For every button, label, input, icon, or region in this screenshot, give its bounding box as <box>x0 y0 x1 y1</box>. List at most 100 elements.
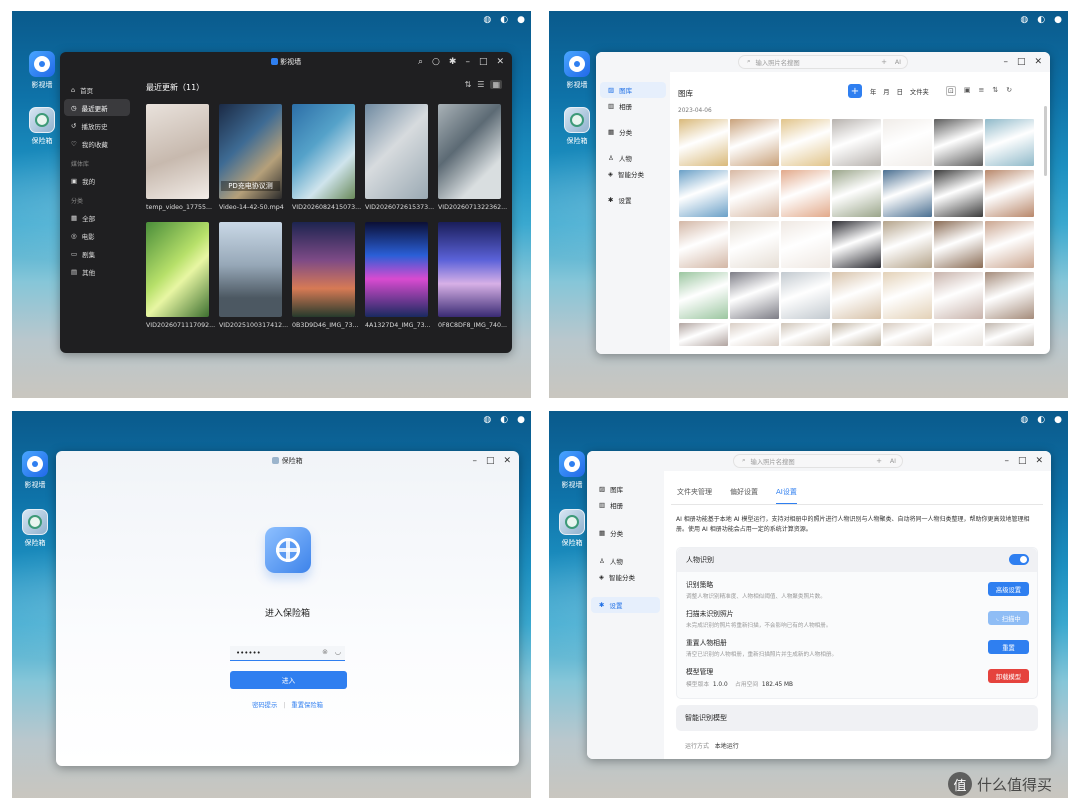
photo-thumbnail[interactable] <box>679 119 728 166</box>
tab-ai-settings[interactable]: AI设置 <box>776 487 797 505</box>
clear-icon[interactable]: ⊗ <box>322 648 328 656</box>
photo-thumbnail[interactable] <box>781 119 830 166</box>
network-icon[interactable]: ◍ <box>1020 415 1028 425</box>
view-day-button[interactable]: 日 <box>897 87 903 96</box>
photo-thumbnail[interactable] <box>883 323 932 346</box>
filter-icon[interactable]: ≡ <box>979 86 985 96</box>
refresh-icon[interactable]: ○ <box>432 56 440 68</box>
add-button[interactable]: + <box>848 84 862 98</box>
password-field[interactable]: •••••• ⊗ ◡ <box>230 646 345 661</box>
desktop-icon-safe[interactable]: 保险箱 <box>19 107 65 146</box>
gear-icon[interactable]: ✱ <box>449 56 457 68</box>
user-icon[interactable]: ● <box>1054 15 1062 25</box>
sidebar-item-albums[interactable]: ▥ 相册 <box>600 98 666 114</box>
sidebar-item-favorites[interactable]: ♡ 我的收藏 <box>64 135 130 152</box>
refresh-icon[interactable]: ↻ <box>1006 86 1012 96</box>
video-thumbnail[interactable] <box>219 222 282 317</box>
desktop-icon-video-wall[interactable]: 影视墙 <box>549 451 595 490</box>
sidebar-item-category[interactable]: ▦ 分类 <box>600 124 666 140</box>
sidebar-item-albums[interactable]: ▥ 相册 <box>591 497 660 513</box>
close-icon[interactable]: ✕ <box>503 455 511 467</box>
ai-badge[interactable]: AI <box>890 458 896 465</box>
network-icon[interactable]: ◍ <box>1020 15 1028 25</box>
sidebar-item-movies[interactable]: ◎ 电影 <box>64 227 130 244</box>
advanced-settings-button[interactable]: 高级设置 <box>988 582 1029 596</box>
photo-thumbnail[interactable] <box>934 221 983 268</box>
eye-icon[interactable]: ◡ <box>335 648 341 656</box>
sidebar-item-people[interactable]: ♙ 人物 <box>600 150 666 166</box>
desktop-icon-video-wall[interactable]: 影视墙 <box>554 51 600 90</box>
sidebar-item-people[interactable]: ♙ 人物 <box>591 553 660 569</box>
photo-thumbnail[interactable] <box>883 221 932 268</box>
photo-thumbnail[interactable] <box>730 323 779 346</box>
photo-thumbnail[interactable] <box>781 272 830 319</box>
search-input[interactable]: ⌕ 输入照片名搜图 + AI <box>738 55 908 69</box>
sort-icon[interactable]: ⇅ <box>992 86 998 96</box>
select-icon[interactable]: ⊡ <box>946 86 956 96</box>
minimize-icon[interactable]: – <box>465 56 470 68</box>
video-thumbnail[interactable] <box>365 104 428 199</box>
sidebar-item-settings[interactable]: ✱ 设置 <box>591 597 660 613</box>
desktop-icon-safe[interactable]: 保险箱 <box>549 509 595 548</box>
list-view-icon[interactable]: ☰ <box>477 80 484 89</box>
sidebar-item-library[interactable]: ▨ 图库 <box>600 82 666 98</box>
search-icon[interactable]: ⌕ <box>418 56 423 68</box>
sidebar-item-recent[interactable]: ◷ 最近更新 <box>64 99 130 116</box>
desktop-icon-safe[interactable]: 保险箱 <box>12 509 58 548</box>
sidebar-item-smart[interactable]: ◈ 智能分类 <box>591 569 660 585</box>
enter-button[interactable]: 进入 <box>230 671 347 689</box>
network-icon[interactable]: ◍ <box>483 15 491 25</box>
tab-preferences[interactable]: 偏好设置 <box>730 487 758 505</box>
photo-thumbnail[interactable] <box>679 221 728 268</box>
photo-thumbnail[interactable] <box>985 272 1034 319</box>
desktop-icon-video-wall[interactable]: 影视墙 <box>19 51 65 90</box>
photo-thumbnail[interactable] <box>781 170 830 217</box>
video-thumbnail[interactable] <box>146 104 209 199</box>
minimize-icon[interactable]: – <box>1003 56 1008 68</box>
sidebar-item-series[interactable]: ▭ 剧集 <box>64 245 130 262</box>
sidebar-item-mine[interactable]: ▣ 我的 <box>64 172 130 189</box>
photo-thumbnail[interactable] <box>934 170 983 217</box>
photo-thumbnail[interactable] <box>985 221 1034 268</box>
uninstall-model-button[interactable]: 卸载模型 <box>988 669 1029 683</box>
sidebar-item-history[interactable]: ↺ 播放历史 <box>64 117 130 134</box>
notification-icon[interactable]: ◐ <box>1037 15 1045 25</box>
add-icon[interactable]: + <box>876 457 882 465</box>
photo-thumbnail[interactable] <box>679 170 728 217</box>
video-thumbnail[interactable] <box>146 222 209 317</box>
photo-thumbnail[interactable] <box>985 119 1034 166</box>
notification-icon[interactable]: ◐ <box>500 415 508 425</box>
sidebar-item-settings[interactable]: ✱ 设置 <box>600 192 666 208</box>
photo-thumbnail[interactable] <box>832 170 881 217</box>
grid-view-icon[interactable]: ▦ <box>490 80 502 89</box>
view-year-button[interactable]: 年 <box>870 87 876 96</box>
desktop-icon-video-wall[interactable]: 影视墙 <box>12 451 58 490</box>
maximize-icon[interactable]: □ <box>1017 56 1026 68</box>
photo-thumbnail[interactable] <box>730 119 779 166</box>
video-thumbnail[interactable] <box>438 222 501 317</box>
user-icon[interactable]: ● <box>517 415 525 425</box>
minimize-icon[interactable]: – <box>472 455 477 467</box>
photo-thumbnail[interactable] <box>679 323 728 346</box>
sidebar-item-smart[interactable]: ◈ 智能分类 <box>600 166 666 182</box>
photo-thumbnail[interactable] <box>679 272 728 319</box>
notification-icon[interactable]: ◐ <box>1037 415 1045 425</box>
reset-safe-link[interactable]: 重置保险箱 <box>291 702 322 709</box>
photo-thumbnail[interactable] <box>985 170 1034 217</box>
view-folder-button[interactable]: 文件夹 <box>910 87 929 96</box>
photo-thumbnail[interactable] <box>883 119 932 166</box>
maximize-icon[interactable]: □ <box>479 56 488 68</box>
sidebar-item-all[interactable]: ▦ 全部 <box>64 209 130 226</box>
sidebar-item-other[interactable]: ▤ 其他 <box>64 263 130 280</box>
sidebar-item-library[interactable]: ▨ 图库 <box>591 481 660 497</box>
video-thumbnail[interactable] <box>365 222 428 317</box>
sidebar-item-category[interactable]: ▦ 分类 <box>591 525 660 541</box>
photo-thumbnail[interactable] <box>730 170 779 217</box>
close-icon[interactable]: ✕ <box>1034 56 1042 68</box>
close-icon[interactable]: ✕ <box>1035 455 1043 467</box>
photo-thumbnail[interactable] <box>883 170 932 217</box>
sort-icon[interactable]: ⇅ <box>465 80 472 89</box>
minimize-icon[interactable]: – <box>1004 455 1009 467</box>
ai-badge[interactable]: AI <box>895 59 901 66</box>
video-thumbnail[interactable] <box>292 104 355 199</box>
